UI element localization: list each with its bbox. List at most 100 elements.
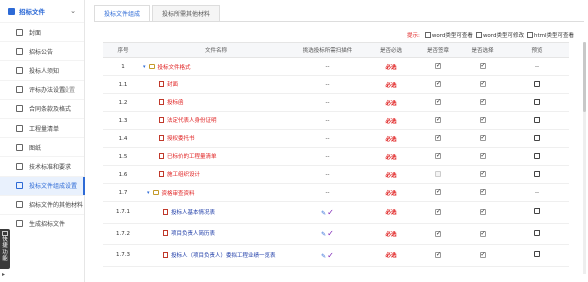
chevron-down-icon[interactable]: ⌄ (70, 7, 76, 15)
file-name-text[interactable]: 施工组织设计 (167, 170, 200, 178)
sidebar-item-0[interactable]: 封面 (0, 22, 84, 41)
cell-preview[interactable] (505, 75, 569, 94)
cell-preview[interactable] (505, 129, 569, 148)
sign-checkbox[interactable] (435, 230, 441, 237)
file-name-text[interactable]: 投标函 (167, 98, 184, 106)
edit-pen-icon[interactable]: ✎ (321, 253, 326, 260)
cell-required: 必选 (366, 223, 416, 245)
preview-icon[interactable] (534, 152, 540, 159)
tab-other-materials[interactable]: 投标所需其他材料 (152, 5, 221, 22)
file-name-text[interactable]: 已标价的工程量清单 (167, 152, 217, 160)
select-checkbox[interactable] (479, 230, 486, 237)
preview-icon[interactable] (534, 80, 540, 87)
preview-icon[interactable] (534, 208, 540, 215)
folder-icon (148, 64, 155, 69)
sign-checkbox[interactable] (435, 62, 441, 70)
select-checkbox[interactable] (479, 98, 486, 106)
sidebar-item-7[interactable]: 技术标准和要求 (0, 156, 84, 175)
edit-pen-icon[interactable]: ✎ (321, 210, 326, 217)
collapse-toggle-icon[interactable]: ▾ (143, 64, 146, 70)
preview-icon[interactable] (534, 251, 540, 258)
file-name-text[interactable]: 投标人（项目负责人）委拟工程业绩一览表 (171, 251, 276, 259)
cell-attachments: -- (289, 183, 366, 202)
sidebar-item-6[interactable]: 图纸 (0, 137, 84, 156)
select-checkbox[interactable] (479, 134, 486, 142)
cell-attachments[interactable]: ✎✓ (289, 201, 366, 224)
drawing-icon (16, 143, 23, 151)
settings-link[interactable]: 设置 (63, 85, 75, 94)
sidebar-item-label: 投标人须知 (29, 67, 60, 75)
sidebar-item-5[interactable]: 工程量清单 (0, 117, 84, 137)
sidebar-item-9[interactable]: 招标文件的其他材料 (0, 194, 84, 214)
select-checkbox[interactable] (479, 116, 486, 124)
select-checkbox[interactable] (479, 80, 486, 88)
file-name-text[interactable]: 项目负责人简历表 (171, 229, 215, 237)
attachment-placeholder: -- (325, 63, 330, 70)
contract-icon (16, 105, 23, 113)
document-icon (8, 7, 15, 15)
file-name-text[interactable]: 封面 (167, 80, 178, 88)
cell-attachments[interactable]: ✎✓ (289, 244, 366, 267)
sign-checkbox[interactable] (435, 208, 441, 215)
file-name-text[interactable]: 投标人基本情况表 (171, 208, 215, 216)
preview-icon[interactable] (534, 170, 540, 177)
preview-icon[interactable] (534, 98, 540, 105)
cell-required: 必选 (366, 93, 416, 112)
select-checkbox[interactable] (479, 170, 486, 178)
preview-icon[interactable] (534, 116, 540, 123)
cell-preview[interactable] (505, 201, 569, 224)
sign-checkbox[interactable] (435, 152, 441, 160)
file-name-text[interactable]: 投标文件格式 (158, 63, 191, 71)
cell-required: 必选 (366, 57, 416, 76)
sign-checkbox[interactable] (435, 251, 441, 258)
sidebar-item-10[interactable]: 生成招标文件 (0, 213, 84, 233)
cell-preview[interactable] (505, 165, 569, 184)
scrollbar-thumb[interactable] (583, 42, 586, 112)
cell-preview[interactable] (505, 111, 569, 130)
file-name: 已标价的工程量清单 (143, 152, 217, 160)
cell-name: 法定代表人身份证明 (143, 111, 289, 130)
cell-no: 1 (103, 57, 143, 76)
edit-pen-icon[interactable]: ✎ (321, 231, 326, 238)
vertical-scrollbar[interactable] (583, 42, 586, 274)
sign-checkbox[interactable] (435, 188, 441, 196)
cell-preview[interactable] (505, 93, 569, 112)
cell-attachments[interactable]: ✎✓ (289, 223, 366, 245)
sidebar-item-3[interactable]: 评标办法设置 设置 (0, 79, 84, 99)
file-name: 法定代表人身份证明 (143, 116, 217, 124)
collapse-toggle-icon[interactable]: ▾ (147, 190, 150, 196)
sidebar-item-1[interactable]: 招标公告 (0, 41, 84, 60)
cell-no: 1.5 (103, 147, 143, 166)
file-name-text[interactable]: 资格审查资料 (162, 189, 195, 197)
sidebar-header[interactable]: 招标文件 ⌄ (0, 0, 84, 22)
select-checkbox[interactable] (479, 208, 486, 215)
sign-checkbox[interactable] (435, 134, 441, 142)
preview-icon[interactable] (534, 229, 540, 236)
caret-right-icon[interactable]: ▸ (2, 271, 5, 278)
cell-no: 1.7.2 (103, 223, 143, 245)
sidebar-item-4[interactable]: 合同条款及格式 (0, 98, 84, 118)
cell-preview[interactable] (505, 244, 569, 267)
file-name-text[interactable]: 法定代表人身份证明 (167, 116, 217, 124)
sign-checkbox[interactable] (435, 98, 441, 106)
select-checkbox[interactable] (479, 251, 486, 258)
sidebar-item-2[interactable]: 投标人须知 (0, 60, 84, 79)
select-checkbox[interactable] (479, 188, 486, 196)
file-name: 投标人基本情况表 (143, 208, 215, 216)
cell-name: 投标人（项目负责人）委拟工程业绩一览表 (143, 244, 289, 267)
quick-functions-label: 快捷功能 (2, 237, 8, 262)
select-checkbox[interactable] (479, 152, 486, 160)
sign-checkbox[interactable] (435, 116, 441, 124)
file-name-text[interactable]: 授权委托书 (167, 134, 195, 142)
cell-select (460, 75, 505, 94)
table-row: 1.7.3 投标人（项目负责人）委拟工程业绩一览表 ✎✓ 必选 (103, 244, 569, 267)
cell-preview[interactable] (505, 147, 569, 166)
preview-icon[interactable] (534, 134, 540, 141)
sign-checkbox[interactable] (435, 80, 441, 88)
select-checkbox[interactable] (479, 62, 486, 70)
tab-bid-composition[interactable]: 投标文件组成 (94, 5, 151, 22)
cell-required: 必选 (366, 244, 416, 267)
quick-functions-panel[interactable]: 快捷功能 (0, 229, 10, 269)
sidebar-item-8[interactable]: 投标文件组成设置 (0, 175, 85, 195)
cell-preview[interactable] (505, 223, 569, 245)
